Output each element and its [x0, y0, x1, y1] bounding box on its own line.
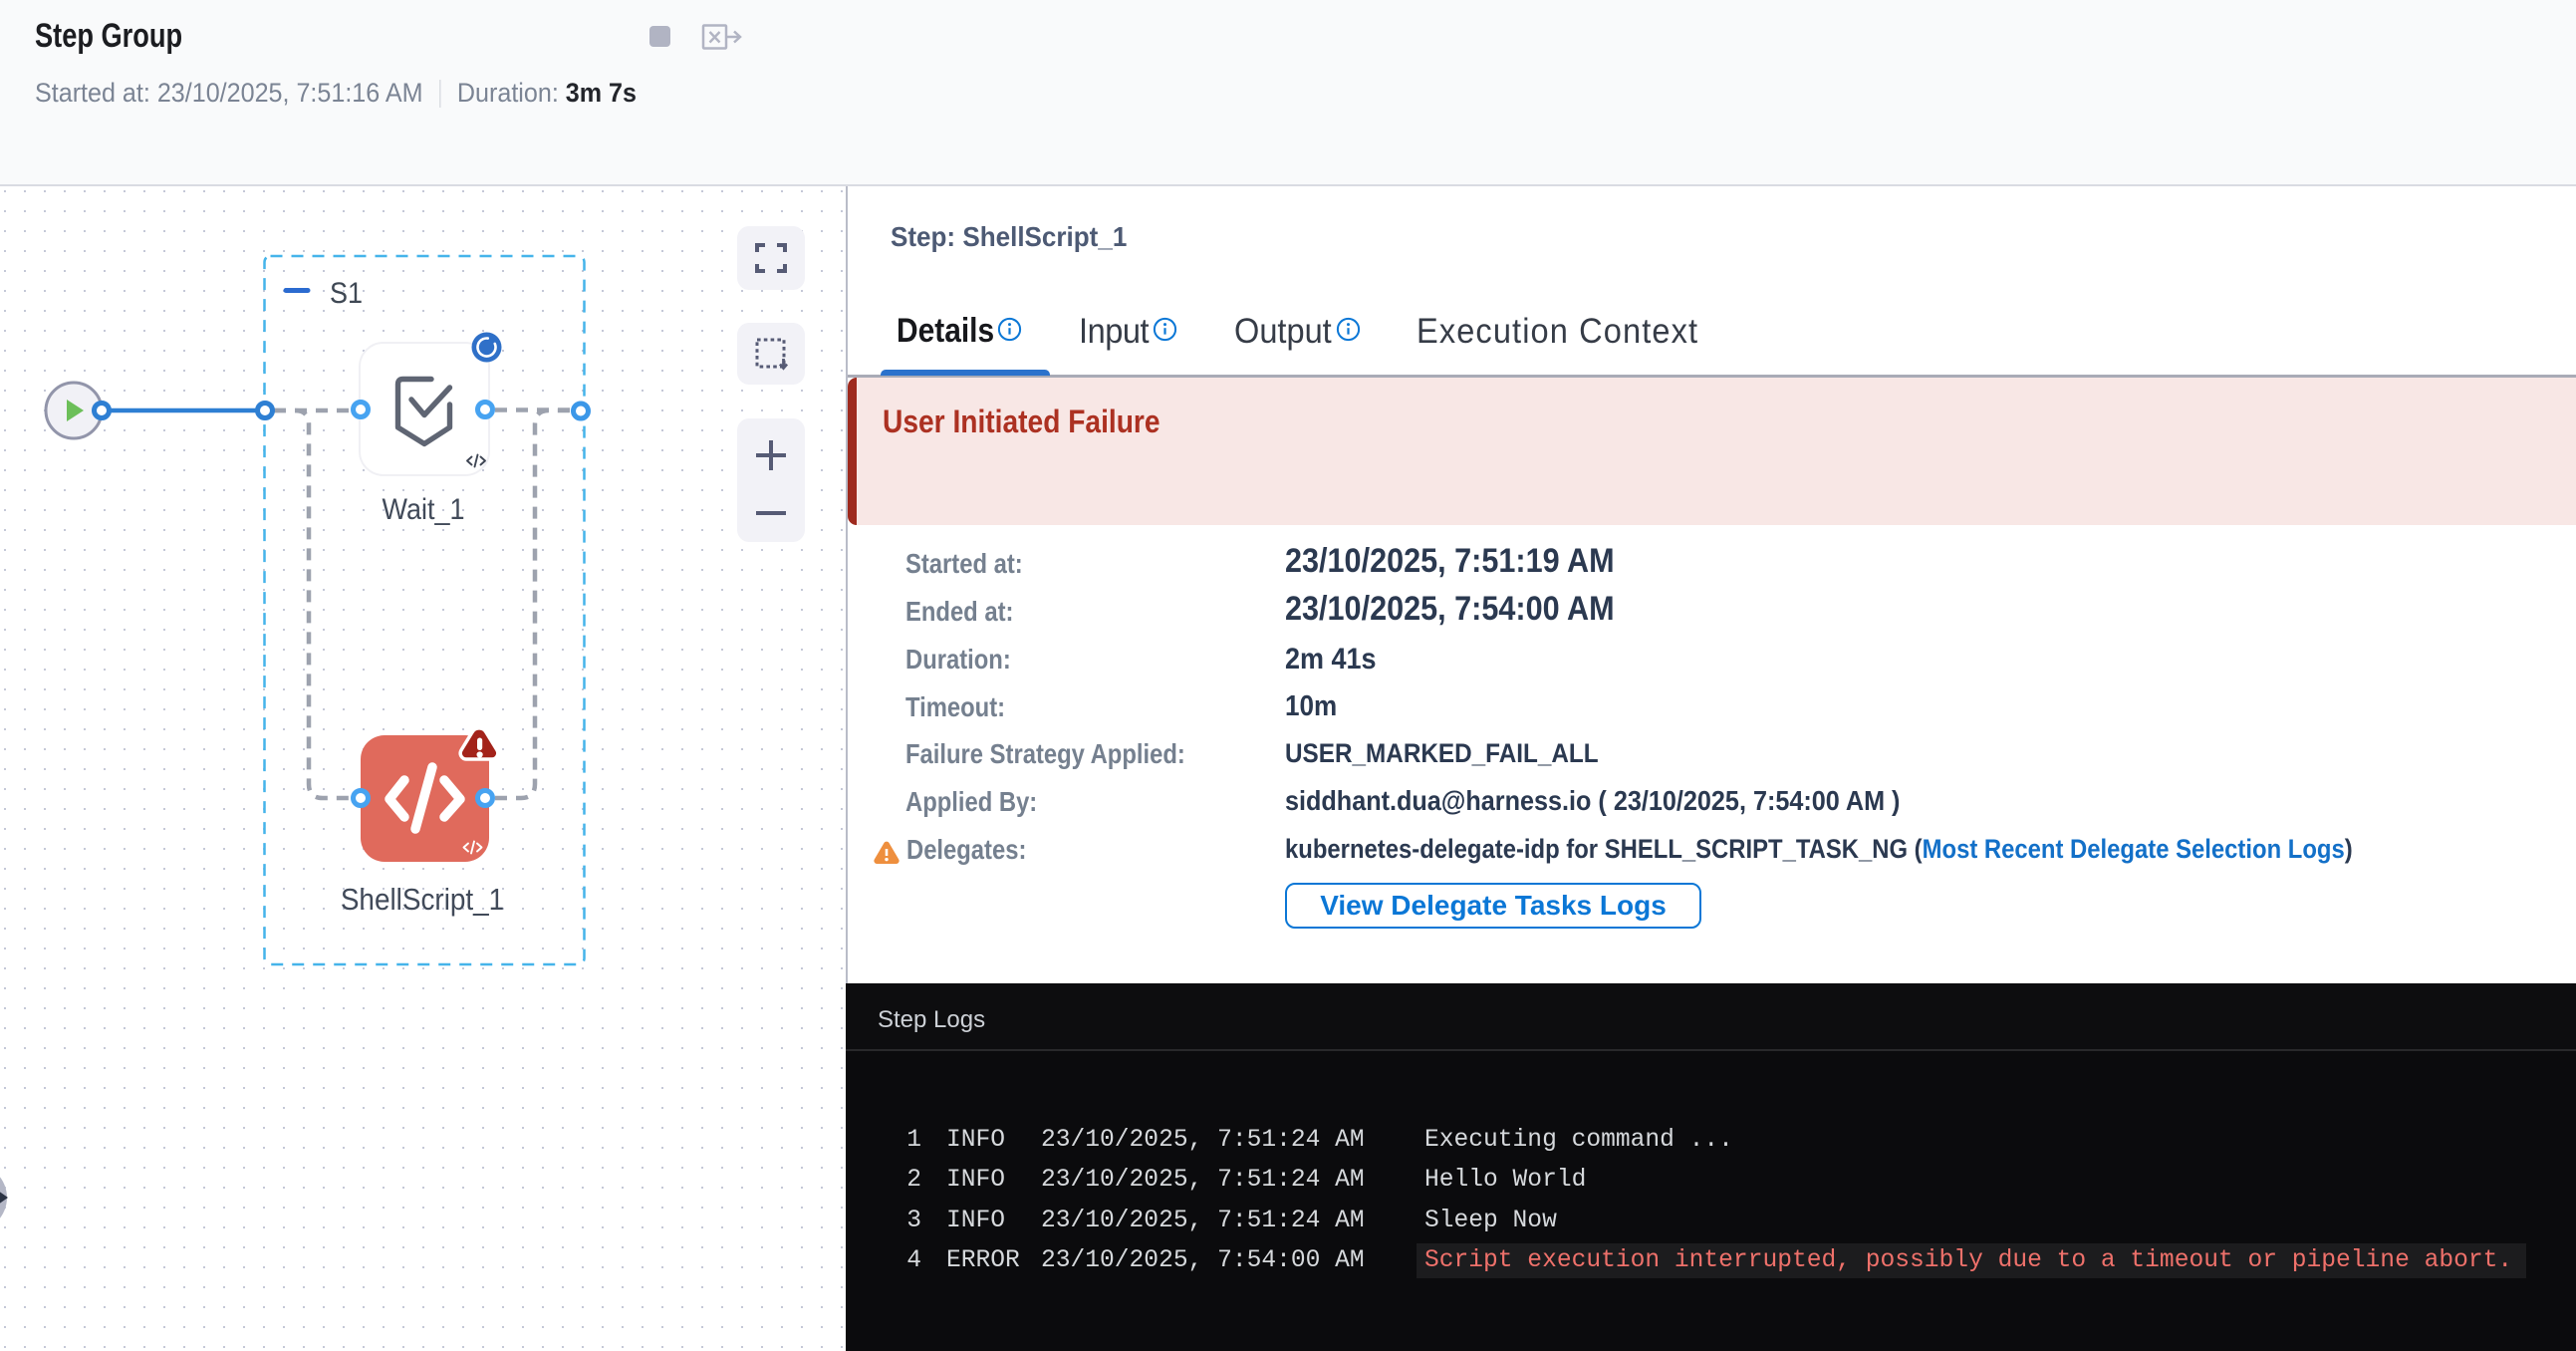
svg-text:S1: S1	[330, 277, 363, 311]
svg-text:ShellScript_1: ShellScript_1	[341, 883, 504, 918]
svg-text:Wait_1: Wait_1	[383, 493, 465, 527]
